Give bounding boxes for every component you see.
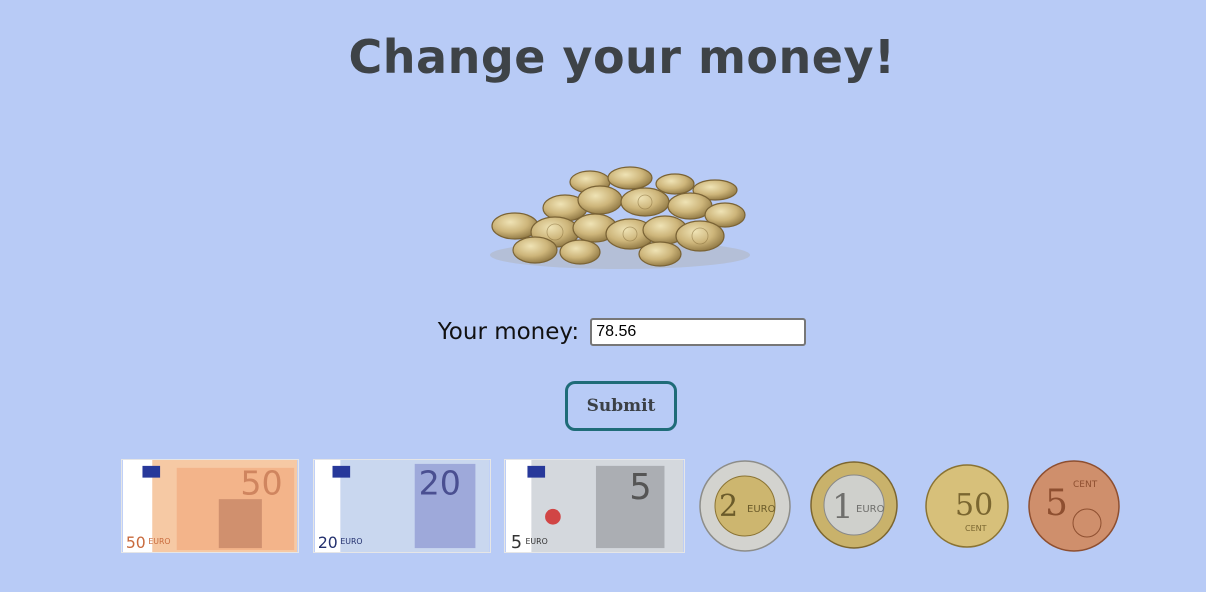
two-euro-coin-image: 2 EURO [699, 460, 791, 552]
coin-value-text: 2 [719, 489, 738, 524]
five-euro-note-image: 5 5 EURO [504, 459, 685, 553]
note-corner-value: 50 [126, 533, 146, 552]
note-value-text: 50 [240, 463, 282, 502]
coin-value-text: 5 [1045, 483, 1068, 524]
fifty-cent-coin-image: 50 CENT [925, 464, 1009, 548]
coin-pile-image [490, 166, 750, 269]
note-value-text: 20 [419, 463, 461, 502]
coin-value-text: 50 [955, 488, 993, 523]
fifty-euro-note-image: 50 50 EURO [121, 459, 299, 553]
denominations-row: 50 50 EURO 20 20 EURO 5 5 EURO 2 EURO 1 … [0, 458, 1206, 558]
note-currency: EURO [148, 537, 170, 546]
page: Change your money! Your money: 78.56 Sub… [0, 0, 1206, 592]
submit-button[interactable]: Submit [565, 381, 677, 431]
note-currency: EURO [526, 537, 548, 546]
note-value-text: 5 [629, 467, 651, 508]
note-currency: EURO [340, 537, 362, 546]
one-euro-coin-image: 1 EURO [810, 461, 898, 549]
coin-unit-text: CENT [1073, 480, 1098, 490]
money-label: Your money: [437, 319, 580, 345]
money-input[interactable] [590, 318, 807, 346]
five-cent-coin-image: 5 CENT [1028, 460, 1120, 552]
note-corner-value: 5 [511, 533, 522, 553]
twenty-euro-note-image: 20 20 EURO [313, 459, 491, 553]
coin-unit-text: EURO [747, 504, 776, 515]
coin-value-text: 1 [832, 487, 854, 527]
note-corner-value: 20 [318, 533, 338, 552]
page-title: Change your money! [348, 30, 896, 84]
coin-unit-text: EURO [856, 504, 885, 515]
coin-unit-text: CENT [965, 524, 987, 533]
money-form-row: Your money: [0, 318, 1206, 346]
